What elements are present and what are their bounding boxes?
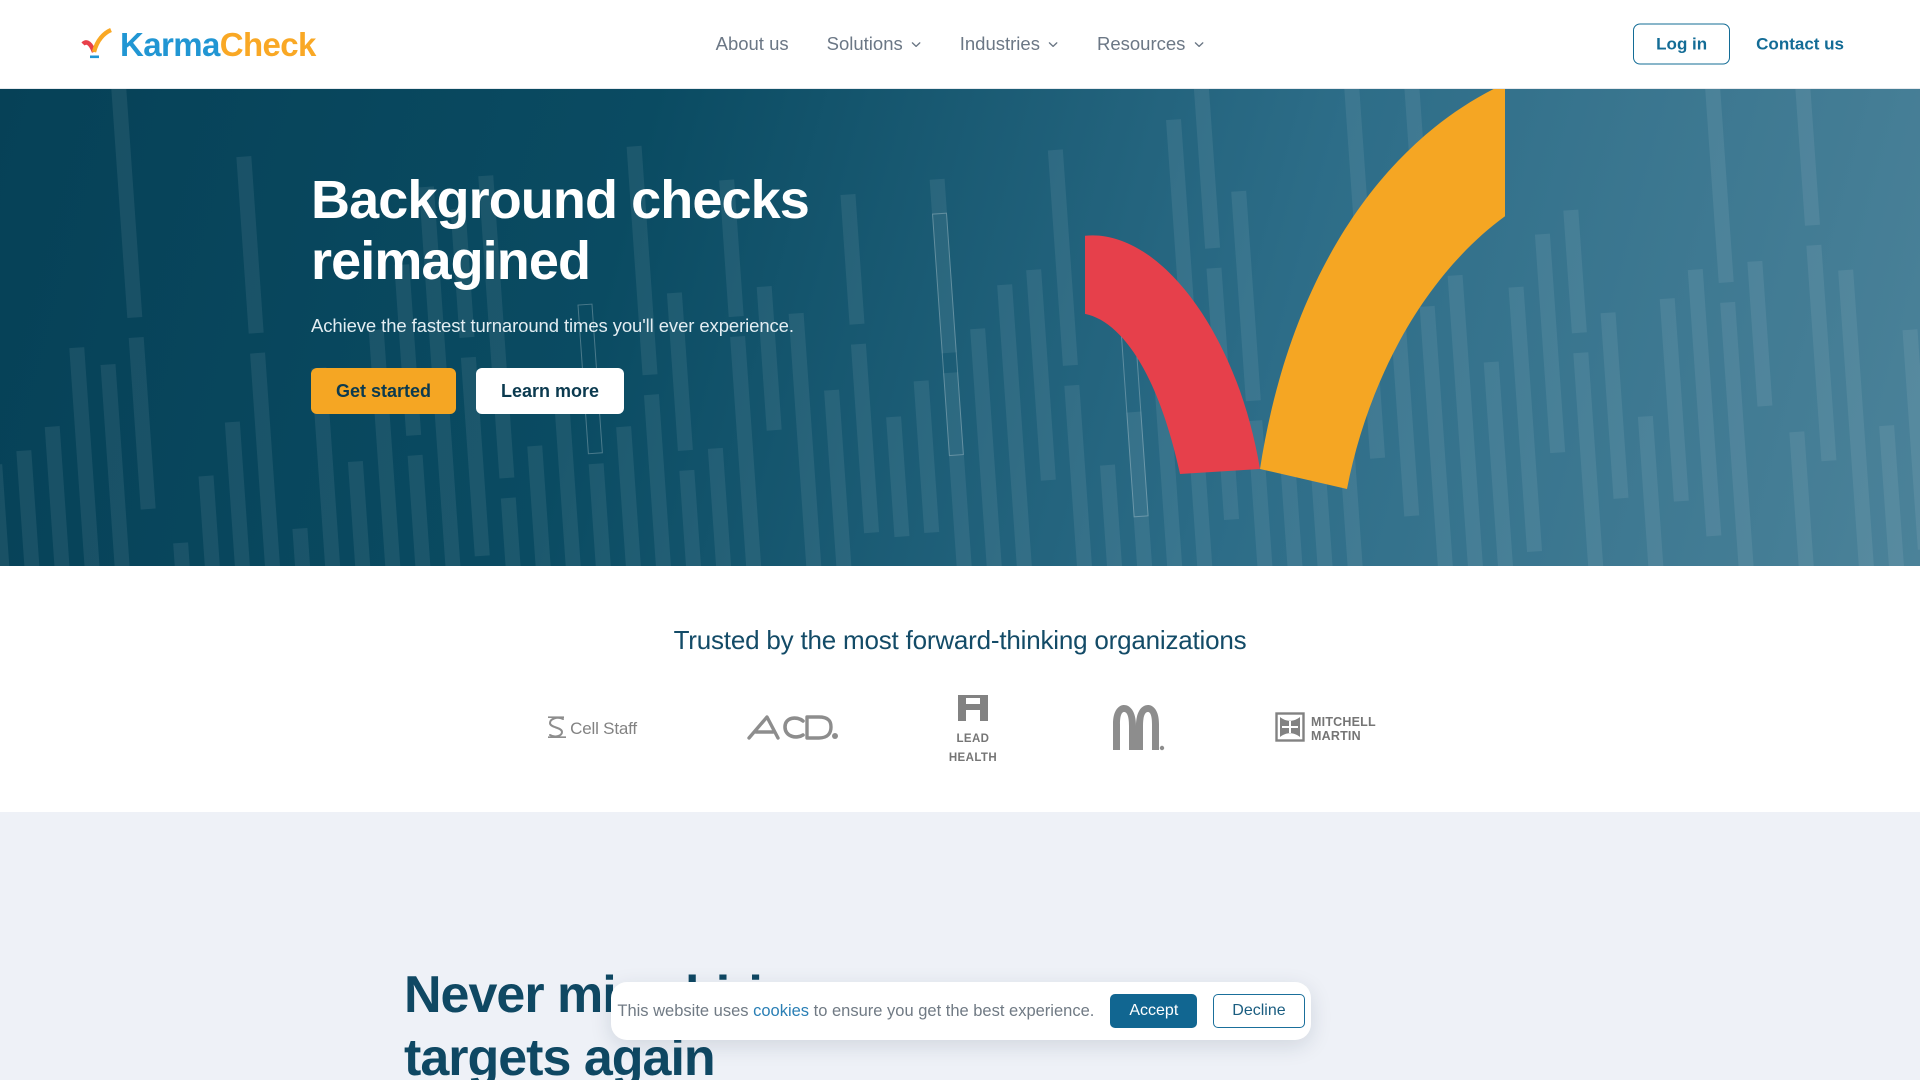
client-logo-row: Cell Staff LEAD HEALTH MITCHELL MARTIN [0, 695, 1920, 764]
client-logo-mcdonalds [1107, 698, 1165, 760]
hero-heading: Background checks reimagined [311, 170, 1071, 292]
hero-heading-line2: reimagined [311, 231, 591, 292]
header-actions: Log in Contact us [1633, 23, 1844, 65]
brand-name-part2: Check [219, 25, 317, 63]
nav-label: About us [715, 33, 789, 54]
hero-cta-group: Get started Learn more [311, 368, 1071, 415]
chevron-down-icon [1048, 39, 1059, 50]
nav-item-resources[interactable]: Resources [1097, 33, 1204, 55]
client-logo-label-line1: MITCHELL [1311, 715, 1376, 729]
page-root: KarmaCheck About us Solutions Industries… [0, 0, 1920, 1080]
nav-item-about-us[interactable]: About us [716, 33, 789, 55]
cellstaff-s-icon [544, 714, 570, 745]
client-logo-lead-health: LEAD HEALTH [949, 695, 997, 764]
client-logo-cell-staff: Cell Staff [544, 698, 637, 760]
leadhealth-h-icon [956, 693, 990, 728]
client-logo-label-line1: LEAD [956, 733, 990, 746]
accept-cookies-button[interactable]: Accept [1110, 994, 1198, 1028]
mitchellmartin-square-icon [1275, 711, 1305, 747]
site-header: KarmaCheck About us Solutions Industries… [0, 0, 1920, 89]
nav-label: Industries [959, 33, 1040, 54]
trusted-by-title: Trusted by the most forward-thinking org… [673, 625, 1247, 655]
client-logo-acd [747, 698, 839, 760]
hero-heading-line1: Background checks [311, 170, 810, 230]
mcdonalds-arches-icon [1107, 702, 1165, 757]
nav-label: Resources [1096, 33, 1186, 54]
hero-checkmark-graphic [1065, 89, 1555, 566]
login-button[interactable]: Log in [1633, 23, 1731, 65]
client-logo-label: Cell Staff [570, 719, 637, 738]
client-logo-label-line2: MARTIN [1311, 729, 1361, 743]
get-started-button[interactable]: Get started [311, 368, 457, 415]
cookie-message: This website uses cookies to ensure you … [617, 1002, 1094, 1021]
hero-section: Background checks reimagined Achieve the… [0, 89, 1920, 566]
nav-item-solutions[interactable]: Solutions [827, 33, 922, 55]
chevron-down-icon [911, 39, 922, 50]
trusted-by-section: Trusted by the most forward-thinking org… [0, 566, 1920, 812]
main-navigation: About us Solutions Industries Resources [716, 33, 1205, 55]
acd-wordmark-icon [747, 710, 839, 749]
client-logo-mitchell-martin: MITCHELL MARTIN [1275, 698, 1376, 760]
learn-more-button[interactable]: Learn more [476, 368, 625, 415]
nav-item-industries[interactable]: Industries [960, 33, 1059, 55]
cookie-text-before: This website uses [617, 1001, 754, 1020]
cookies-link[interactable]: cookies [753, 1002, 809, 1020]
decline-cookies-button[interactable]: Decline [1213, 994, 1305, 1028]
chevron-down-icon [1193, 39, 1204, 50]
brand-logo[interactable]: KarmaCheck [80, 27, 316, 61]
checkmark-logo-icon [80, 27, 114, 61]
client-logo-label-line2: HEALTH [948, 751, 998, 764]
cookie-consent-banner: This website uses cookies to ensure you … [611, 982, 1311, 1040]
hero-subheading: Achieve the fastest turnaround times you… [311, 315, 794, 337]
nav-label: Solutions [826, 33, 903, 54]
cookie-text-after: to ensure you get the best experience. [809, 1001, 1095, 1020]
contact-us-link[interactable]: Contact us [1756, 34, 1844, 54]
brand-name-part1: Karma [120, 25, 220, 63]
hero-content: Background checks reimagined Achieve the… [311, 170, 1071, 415]
